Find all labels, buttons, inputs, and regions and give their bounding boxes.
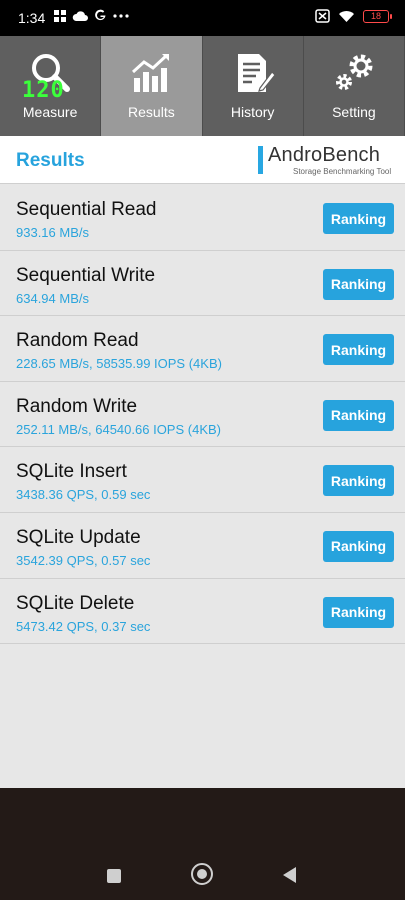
result-title: Sequential Read — [16, 199, 157, 220]
gallery-icon — [54, 9, 66, 22]
fps-overlay: 120 — [22, 78, 65, 103]
result-value: 933.16 MB/s — [16, 225, 89, 240]
result-value: 5473.42 QPS, 0.37 sec — [16, 618, 151, 634]
result-value: 228.65 MB/s, 58535.99 IOPS (4KB) — [16, 356, 222, 372]
main-tabbar: Measure Results History Setting 120 — [0, 36, 405, 136]
document-icon — [237, 54, 276, 92]
page-title: Results — [16, 150, 85, 171]
logo-bar — [258, 146, 263, 174]
status-left-icons — [54, 9, 129, 22]
more-icon — [113, 13, 129, 18]
tab-setting[interactable]: Setting — [304, 36, 405, 136]
ranking-button[interactable]: Ranking — [323, 334, 394, 366]
ranking-button[interactable]: Ranking — [323, 596, 394, 628]
gears-icon — [335, 54, 373, 90]
battery-level: 18 — [370, 11, 381, 21]
battery-icon: 18 — [363, 9, 392, 23]
status-right-icons: 18 — [315, 9, 392, 23]
ranking-button[interactable]: Ranking — [323, 465, 394, 497]
tab-history[interactable]: History — [203, 36, 304, 136]
chart-icon — [132, 54, 170, 92]
result-title: Random Write — [16, 395, 138, 417]
result-value: 3542.39 QPS, 0.57 sec — [16, 552, 151, 568]
tab-history-label: History — [230, 104, 275, 120]
ranking-button[interactable]: Ranking — [323, 268, 394, 300]
list-item: Sequential Write 634.94 MB/s Ranking — [0, 250, 405, 317]
back-button[interactable] — [283, 867, 296, 883]
result-value: 252.11 MB/s, 64540.66 IOPS (4KB) — [16, 421, 221, 437]
logo-text: AndroBench — [268, 144, 381, 166]
result-title: SQLite Insert — [16, 461, 127, 483]
status-time: 1:34 — [18, 10, 46, 26]
list-item: Random Read 228.65 MB/s, 58535.99 IOPS (… — [0, 316, 405, 382]
wifi-icon — [339, 10, 354, 22]
results-list: Sequential Read 933.16 MB/s Ranking Sequ… — [0, 185, 405, 645]
list-item: Random Write 252.11 MB/s, 64540.66 IOPS … — [0, 381, 405, 448]
ranking-button[interactable]: Ranking — [323, 203, 394, 234]
tab-results-label: Results — [128, 104, 175, 120]
list-item: SQLite Insert 3438.36 QPS, 0.59 sec Rank… — [0, 447, 405, 513]
ranking-button[interactable]: Ranking — [323, 530, 394, 562]
results-header: Results AndroBench Storage Benchmarking … — [0, 136, 405, 184]
result-value: 3438.36 QPS, 0.59 sec — [16, 487, 151, 503]
home-button[interactable] — [191, 863, 213, 885]
list-item: SQLite Delete 5473.42 QPS, 0.37 sec Rank… — [0, 578, 405, 645]
androbench-logo: AndroBench Storage Benchmarking Tool — [258, 144, 394, 176]
recents-button[interactable] — [107, 869, 121, 883]
list-item: SQLite Update 3542.39 QPS, 0.57 sec Rank… — [0, 512, 405, 579]
result-title: Sequential Write — [16, 264, 156, 286]
tab-setting-label: Setting — [332, 104, 376, 120]
cloud-icon — [72, 10, 88, 21]
tab-results[interactable]: Results — [101, 36, 203, 136]
result-value: 634.94 MB/s — [16, 290, 89, 306]
google-icon — [95, 9, 106, 21]
status-bar: 1:34 18 — [0, 0, 405, 36]
result-title: SQLite Update — [16, 526, 141, 548]
sim-off-icon — [315, 9, 330, 23]
system-nav-bar — [0, 788, 405, 900]
ranking-button[interactable]: Ranking — [323, 399, 394, 431]
tab-measure-label: Measure — [22, 104, 78, 120]
result-title: SQLite Delete — [16, 592, 135, 614]
logo-subtitle: Storage Benchmarking Tool — [293, 167, 392, 176]
result-title: Random Read — [16, 330, 139, 352]
list-item: Sequential Read 933.16 MB/s Ranking — [0, 185, 405, 251]
